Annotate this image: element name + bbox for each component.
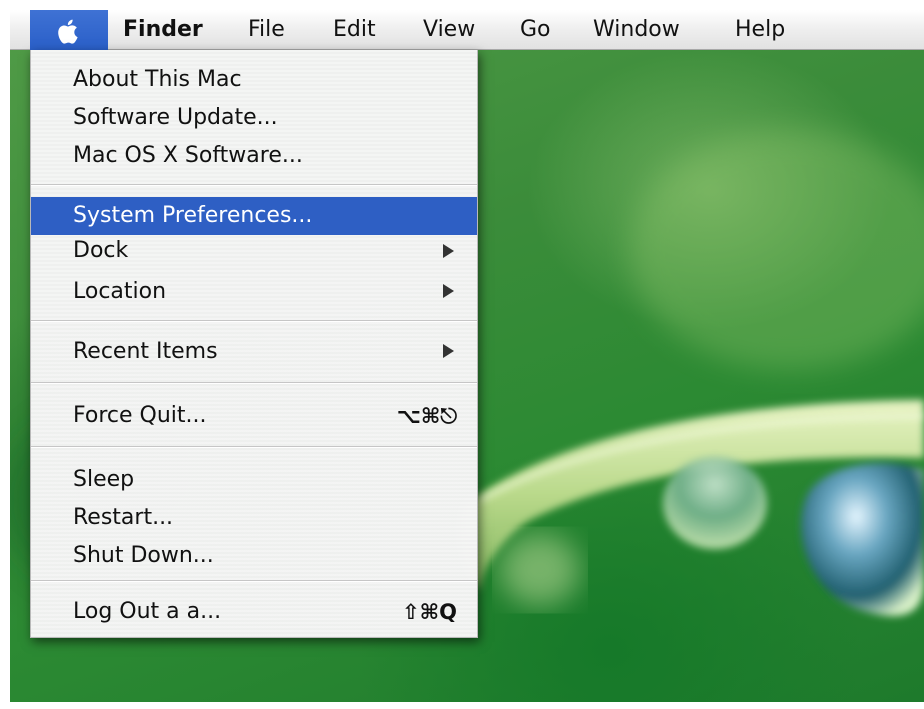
menu-edit[interactable]: Edit bbox=[333, 17, 376, 43]
menu-finder[interactable]: Finder bbox=[123, 17, 203, 43]
menu-separator bbox=[31, 320, 477, 322]
menu-separator bbox=[31, 184, 477, 186]
menu-item-label: Restart... bbox=[73, 505, 174, 530]
menu-item-label: Dock bbox=[73, 238, 129, 263]
menu-item-about-this-mac[interactable]: About This Mac bbox=[31, 60, 477, 100]
submenu-arrow-icon bbox=[443, 284, 454, 298]
menu-item-label: System Preferences... bbox=[73, 203, 313, 228]
keyboard-shortcut: ⌥⌘⎋ bbox=[396, 404, 457, 428]
menu-view[interactable]: View bbox=[423, 17, 475, 43]
menu-item-label: Log Out a a... bbox=[73, 599, 222, 624]
menu-item-shut-down[interactable]: Shut Down... bbox=[31, 536, 477, 576]
menu-item-label: Location bbox=[73, 279, 167, 304]
menu-item-sleep[interactable]: Sleep bbox=[31, 460, 477, 500]
menu-window[interactable]: Window bbox=[593, 17, 680, 43]
menu-separator bbox=[31, 382, 477, 384]
menu-item-label: Software Update... bbox=[73, 105, 278, 130]
menu-item-label: Mac OS X Software... bbox=[73, 143, 303, 168]
menu-file[interactable]: File bbox=[248, 17, 285, 43]
submenu-arrow-icon bbox=[443, 244, 454, 258]
menu-separator bbox=[31, 580, 477, 582]
menu-item-mac-os-x-software[interactable]: Mac OS X Software... bbox=[31, 136, 477, 176]
menu-item-location[interactable]: Location bbox=[31, 272, 477, 312]
submenu-arrow-icon bbox=[443, 344, 454, 358]
menu-item-recent-items[interactable]: Recent Items bbox=[31, 332, 477, 372]
apple-menu-dropdown: About This Mac Software Update... Mac OS… bbox=[30, 50, 478, 638]
menu-item-label: Recent Items bbox=[73, 339, 218, 364]
apple-menu-button[interactable] bbox=[30, 10, 108, 50]
menu-item-system-preferences[interactable]: System Preferences... bbox=[31, 197, 477, 235]
menu-bar: Finder File Edit View Go Window Help bbox=[10, 10, 924, 50]
keyboard-shortcut: ⇧⌘Q bbox=[402, 600, 457, 624]
menu-go[interactable]: Go bbox=[520, 17, 551, 43]
menu-item-force-quit[interactable]: Force Quit... ⌥⌘⎋ bbox=[31, 396, 477, 436]
menu-item-label: Force Quit... bbox=[73, 403, 207, 428]
menu-help[interactable]: Help bbox=[735, 17, 785, 43]
menu-item-label: Sleep bbox=[73, 467, 135, 492]
menu-item-label: Shut Down... bbox=[73, 543, 214, 568]
apple-logo-icon bbox=[58, 19, 78, 44]
screen: Finder File Edit View Go Window Help Abo… bbox=[10, 10, 924, 702]
menu-separator bbox=[31, 446, 477, 448]
menu-item-restart[interactable]: Restart... bbox=[31, 498, 477, 538]
menu-item-software-update[interactable]: Software Update... bbox=[31, 98, 477, 138]
menu-item-log-out[interactable]: Log Out a a... ⇧⌘Q bbox=[31, 592, 477, 632]
menu-item-dock[interactable]: Dock bbox=[31, 236, 477, 270]
menu-item-label: About This Mac bbox=[73, 67, 242, 92]
